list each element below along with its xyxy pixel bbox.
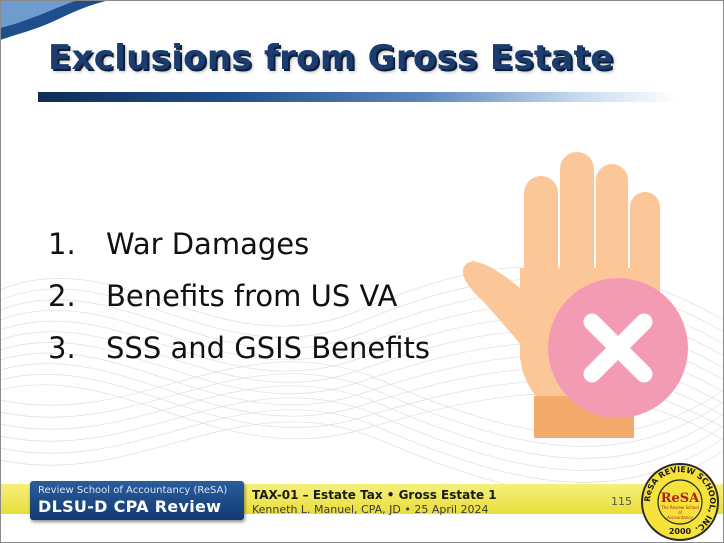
- list-item: 2. Benefits from US VA: [48, 270, 430, 322]
- seal-center-text: ReSA: [661, 491, 700, 506]
- stop-hand-with-x-icon: [462, 152, 688, 438]
- footer-program-name: DLSU-D CPA Review: [38, 497, 222, 516]
- footer-course-title: TAX-01 – Estate Tax • Gross Estate 1: [252, 488, 497, 502]
- seal-year: 2000: [669, 527, 692, 536]
- list-item-number: 3.: [48, 331, 76, 365]
- corner-swoosh-decoration: [0, 0, 110, 40]
- page-number: 115: [611, 495, 632, 508]
- list-item-text: Benefits from US VA: [106, 279, 398, 313]
- seal-subtext-3: Accountancy: [667, 515, 693, 520]
- title-underline-bar: [38, 92, 678, 102]
- list-item-text: War Damages: [106, 227, 310, 261]
- list-item: 3. SSS and GSIS Benefits: [48, 322, 430, 374]
- slide-title: Exclusions from Gross Estate: [48, 38, 614, 78]
- footer-lecturer-date: Kenneth L. Manuel, CPA, JD • 25 April 20…: [252, 503, 489, 516]
- exclusions-list: 1. War Damages 2. Benefits from US VA 3.…: [48, 218, 430, 374]
- list-item-number: 1.: [48, 227, 76, 261]
- resa-seal-logo: ReSA REVIEW SCHOOL, INC. ReSA The Review…: [641, 463, 719, 541]
- slide: Exclusions from Gross Estate 1. War Dama: [0, 0, 724, 543]
- list-item-number: 2.: [48, 279, 76, 313]
- footer-school-name: Review School of Accountancy (ReSA): [38, 485, 228, 496]
- list-item: 1. War Damages: [48, 218, 430, 270]
- list-item-text: SSS and GSIS Benefits: [106, 331, 430, 365]
